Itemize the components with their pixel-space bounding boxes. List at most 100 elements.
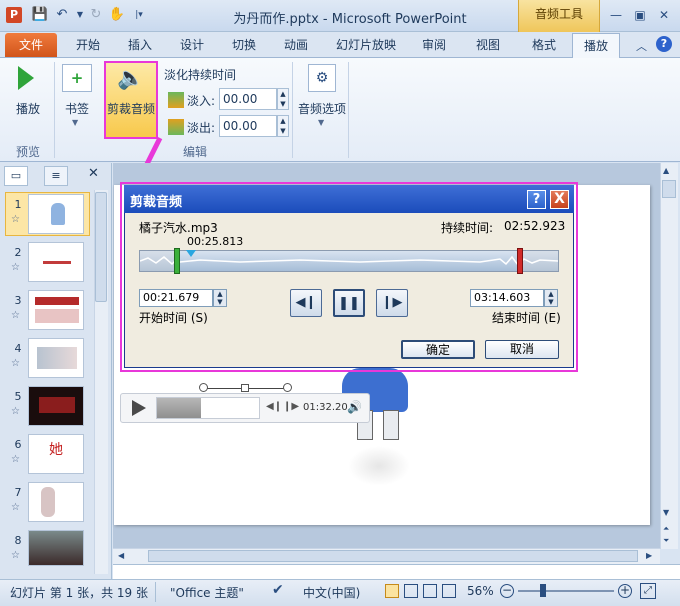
start-trim-marker[interactable]	[174, 248, 180, 274]
slides-scroll-thumb[interactable]	[95, 192, 107, 302]
tab-playback[interactable]: 播放	[572, 33, 620, 59]
normal-view-icon[interactable]	[385, 584, 399, 598]
bookmark-icon[interactable]: +	[62, 64, 92, 92]
start-time-spinner[interactable]: ▲ ▼	[213, 289, 227, 307]
customize-qat-icon[interactable]: |▾	[130, 6, 148, 24]
audio-options-dropdown-icon[interactable]: ▼	[318, 118, 324, 127]
fade-in-input[interactable]: 00.00	[219, 88, 277, 110]
horizontal-scroll-thumb[interactable]	[148, 550, 638, 562]
restore-button[interactable]: ▣	[630, 6, 650, 24]
dialog-help-button[interactable]: ?	[527, 190, 546, 209]
bookmark-button-label[interactable]: 书签	[58, 100, 96, 117]
bookmark-dropdown-icon[interactable]: ▼	[72, 118, 78, 127]
fade-in-spinner[interactable]: ▲ ▼	[277, 88, 289, 110]
slide-thumbnail[interactable]	[28, 194, 84, 234]
start-time-label: 开始时间 (S)	[139, 311, 208, 325]
tab-animations[interactable]: 动画	[274, 33, 318, 57]
scroll-right-icon[interactable]: ▶	[646, 551, 652, 560]
trim-audio-icon: 🔈	[117, 66, 145, 91]
outline-tab[interactable]: ≡	[44, 166, 68, 186]
slide-scroll-thumb[interactable]	[662, 180, 676, 198]
audio-options-label[interactable]: 音频选项	[296, 100, 348, 117]
scroll-up-icon[interactable]: ▲	[663, 166, 669, 175]
slide-number: 2	[14, 246, 22, 259]
slide-thumbnail[interactable]	[28, 386, 84, 426]
minimize-button[interactable]: —	[606, 6, 626, 24]
audio-options-icon[interactable]: ⚙	[308, 64, 336, 92]
touch-mode-icon[interactable]: ✋	[108, 6, 126, 24]
tab-slideshow[interactable]: 幻灯片放映	[330, 33, 402, 57]
spell-check-icon[interactable]: ✔	[272, 582, 284, 598]
zoom-in-icon[interactable]: +	[618, 584, 632, 598]
scroll-left-icon[interactable]: ◀	[118, 551, 124, 560]
fade-out-input[interactable]: 00.00	[219, 115, 277, 137]
fade-out-spinner[interactable]: ▲ ▼	[277, 115, 289, 137]
play-icon[interactable]	[18, 66, 34, 90]
end-trim-marker[interactable]	[517, 248, 523, 274]
player-volume-icon[interactable]: 🔊	[347, 400, 362, 414]
playhead-marker[interactable]	[186, 250, 196, 257]
tab-design[interactable]: 设计	[170, 33, 214, 57]
slides-tab[interactable]: ▭	[4, 166, 28, 186]
resize-handle[interactable]	[199, 383, 208, 392]
slide-vertical-scrollbar[interactable]	[660, 163, 678, 549]
next-slide-icon[interactable]: ⏷	[663, 536, 669, 546]
tab-transitions[interactable]: 切换	[222, 33, 266, 57]
play-button-label[interactable]: 播放	[8, 100, 48, 117]
dialog-close-button[interactable]: X	[550, 190, 569, 209]
player-progress-fill	[157, 398, 201, 418]
audio-filename: 橘子汽水.mp3	[139, 221, 218, 235]
next-frame-button[interactable]: ❙▶	[376, 289, 408, 317]
language-status[interactable]: 中文(中国)	[303, 584, 360, 601]
player-back-icon[interactable]: ◀❙	[266, 401, 282, 412]
player-time: 01:32.20	[303, 402, 348, 413]
slide-thumbnail[interactable]: 她	[28, 434, 84, 474]
slide-thumbnail[interactable]	[28, 482, 84, 522]
zoom-level[interactable]: 56%	[467, 584, 494, 598]
slide-thumbnail[interactable]	[28, 242, 84, 282]
previous-frame-button[interactable]: ◀❙	[290, 289, 322, 317]
slide-star-icon: ☆	[11, 358, 20, 369]
slide-sorter-icon[interactable]	[404, 584, 418, 598]
slide-star-icon: ☆	[11, 454, 20, 465]
zoom-slider-thumb[interactable]	[540, 584, 546, 597]
scroll-down-icon[interactable]: ▼	[663, 508, 669, 517]
cancel-button[interactable]: 取消	[485, 340, 559, 359]
prev-slide-icon[interactable]: ⏶	[663, 524, 669, 534]
player-forward-icon[interactable]: ❙▶	[283, 401, 299, 412]
powerpoint-app-icon[interactable]: P	[6, 7, 22, 23]
tab-view[interactable]: 视图	[466, 33, 510, 57]
ok-button[interactable]: 确定	[401, 340, 475, 359]
save-icon[interactable]: 💾	[31, 6, 49, 24]
zoom-slider-track[interactable]	[518, 590, 614, 592]
notes-pane[interactable]	[113, 564, 680, 579]
close-panel-icon[interactable]: ✕	[88, 166, 99, 181]
tab-insert[interactable]: 插入	[118, 33, 162, 57]
slideshow-view-icon[interactable]	[442, 584, 456, 598]
theme-status[interactable]: "Office 主题"	[170, 584, 244, 601]
player-play-icon[interactable]	[132, 400, 146, 416]
end-time-spinner[interactable]: ▲ ▼	[544, 289, 558, 307]
start-time-input[interactable]: 00:21.679	[139, 289, 213, 307]
help-icon[interactable]: ?	[656, 36, 672, 52]
tab-review[interactable]: 审阅	[412, 33, 456, 57]
slide-thumbnail[interactable]	[28, 530, 84, 566]
zoom-out-icon[interactable]: −	[500, 584, 514, 598]
resize-handle[interactable]	[241, 384, 249, 392]
slide-number: 3	[14, 294, 22, 307]
tab-format[interactable]: 格式	[522, 33, 566, 57]
close-window-button[interactable]: ✕	[654, 6, 674, 24]
reading-view-icon[interactable]	[423, 584, 437, 598]
slide-thumbnail[interactable]	[28, 290, 84, 330]
end-time-input[interactable]: 03:14.603	[470, 289, 544, 307]
redo-icon[interactable]: ↻	[87, 6, 105, 24]
collapse-ribbon-icon[interactable]: ︿	[636, 38, 647, 54]
resize-handle[interactable]	[283, 383, 292, 392]
pause-button[interactable]: ❚❚	[333, 289, 365, 317]
undo-icon[interactable]: ↶	[53, 6, 71, 24]
tab-file[interactable]: 文件	[5, 33, 57, 57]
tab-home[interactable]: 开始	[66, 33, 110, 57]
fit-to-window-icon[interactable]: ⤢	[640, 583, 656, 599]
slide-thumbnail[interactable]	[28, 338, 84, 378]
dialog-title-bar[interactable]	[124, 185, 574, 213]
